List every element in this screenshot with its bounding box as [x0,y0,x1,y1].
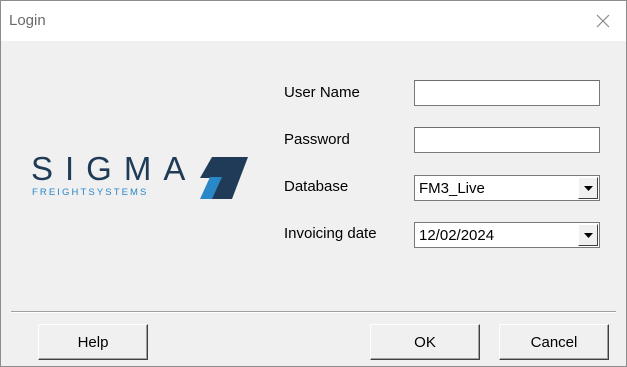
logo-chevron-icon [200,157,248,199]
logo-wordmark: SIGMA [31,150,198,187]
sigma-logo: SIGMA FREIGHTSYSTEMS [31,149,261,209]
invoicing-date-select[interactable]: 12/02/2024 [414,222,600,248]
invoicing-date-dropdown-button[interactable] [578,224,598,246]
database-value: FM3_Live [419,180,485,197]
password-label: Password [284,131,350,148]
invoicing-date-value: 12/02/2024 [419,227,495,244]
ok-button[interactable]: OK [370,324,480,360]
login-dialog: Login SIGMA FREIGHTSYSTEMS User Name Pas… [0,0,627,367]
title-bar: Login [1,1,626,41]
close-icon [596,14,610,28]
footer-divider [11,311,616,313]
help-button[interactable]: Help [38,324,148,360]
close-button[interactable] [580,1,626,41]
cancel-button[interactable]: Cancel [499,324,609,360]
password-field[interactable] [414,127,600,153]
database-select[interactable]: FM3_Live [414,175,600,201]
database-dropdown-button[interactable] [578,177,598,199]
username-field[interactable] [414,80,600,106]
window-title: Login [9,12,46,29]
chevron-down-icon [583,232,593,238]
chevron-down-icon [583,185,593,191]
invoicing-date-label: Invoicing date [284,225,377,242]
username-label: User Name [284,84,360,101]
logo-tagline: FREIGHTSYSTEMS [32,187,149,198]
database-label: Database [284,178,349,195]
